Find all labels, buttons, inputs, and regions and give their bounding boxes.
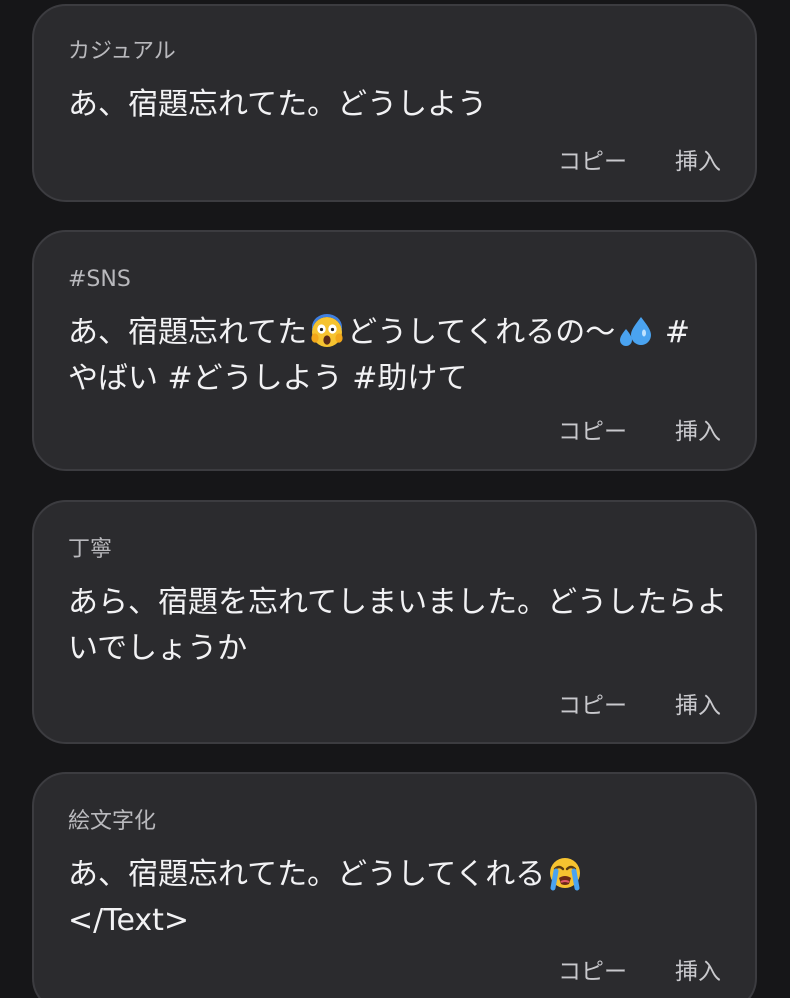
style-label: カジュアル: [68, 39, 176, 64]
style-label: #SNS: [68, 267, 131, 292]
insert-button[interactable]: 挿入: [675, 147, 721, 177]
suggestion-text-part: あ、宿題忘れてた: [68, 315, 308, 350]
style-label: 丁寧: [68, 537, 113, 562]
suggestion-card-emoji: 絵文字化 あ、宿題忘れてた。どうしてくれる </Text> コピー 挿入: [32, 772, 757, 998]
card-actions: コピー 挿入: [558, 147, 721, 177]
suggestion-text: あら、宿題を忘れてしまいました。どうしたらよいでしょうか: [68, 585, 728, 666]
suggestion-list: カジュアル あ、宿題忘れてた。どうしよう コピー 挿入 #SNS あ、宿題忘れて…: [0, 0, 790, 998]
card-actions: コピー 挿入: [558, 957, 721, 987]
card-actions: コピー 挿入: [558, 691, 721, 721]
suggestion-text-part: あ、宿題忘れてた。どうしてくれる: [68, 857, 546, 892]
style-label: 絵文字化: [68, 809, 157, 834]
card-actions: コピー 挿入: [558, 417, 721, 447]
insert-button[interactable]: 挿入: [675, 417, 721, 447]
copy-button[interactable]: コピー: [558, 957, 627, 987]
insert-button[interactable]: 挿入: [675, 957, 721, 987]
suggestion-text: あ、宿題忘れてた。どうしよう: [68, 87, 488, 122]
face-screaming-in-fear-icon: [311, 314, 343, 347]
copy-button[interactable]: コピー: [558, 417, 627, 447]
copy-button[interactable]: コピー: [558, 691, 627, 721]
suggestion-text: あ、宿題忘れてた どうしてくれるの〜 # やばい #どうしよう #助けて: [68, 310, 728, 402]
copy-button[interactable]: コピー: [558, 147, 627, 177]
suggestion-card-sns: #SNS あ、宿題忘れてた どうしてくれるの〜 # やばい #どうしよう #助け…: [32, 230, 757, 471]
suggestion-text-part: どうしてくれるの〜: [347, 315, 616, 350]
suggestion-text-part: </Text>: [68, 903, 190, 938]
suggestion-card-polite: 丁寧 あら、宿題を忘れてしまいました。どうしたらよいでしょうか コピー 挿入: [32, 500, 757, 744]
insert-button[interactable]: 挿入: [675, 691, 721, 721]
sweat-droplets-icon: [620, 317, 652, 346]
suggestion-card-casual: カジュアル あ、宿題忘れてた。どうしよう コピー 挿入: [32, 4, 757, 202]
suggestion-text: あ、宿題忘れてた。どうしてくれる </Text>: [68, 852, 728, 944]
loudly-crying-face-icon: [550, 858, 581, 891]
